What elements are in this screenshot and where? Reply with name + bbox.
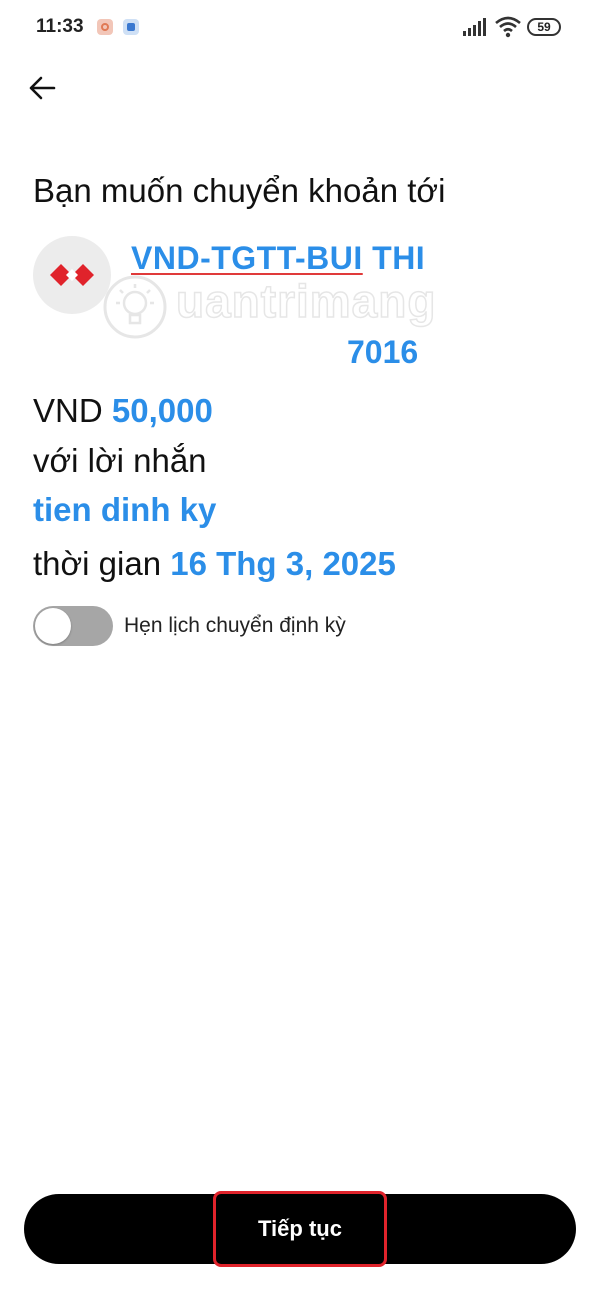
recipient-block: VND-TGTT-BUI THI 7016: [33, 236, 573, 376]
status-time: 11:33: [36, 16, 84, 37]
continue-label: Tiếp tục: [258, 1216, 342, 1241]
currency-label: VND: [33, 392, 103, 429]
app-notification-icon: [97, 19, 113, 35]
status-bar: 11:33 59: [0, 0, 600, 56]
recipient-name[interactable]: VND-TGTT-BUI THI: [131, 240, 425, 277]
back-button[interactable]: [22, 68, 62, 108]
bank-logo-icon: [50, 264, 94, 286]
recipient-name-part2: THI: [362, 240, 426, 276]
toggle-knob: [35, 608, 71, 644]
message-value: tien dinh ky: [33, 491, 217, 528]
schedule-label: Hẹn lịch chuyển định kỳ: [124, 614, 346, 637]
transfer-date: 16 Thg 3, 2025: [170, 545, 396, 582]
battery-icon: 59: [527, 18, 561, 36]
amount-value: 50,000: [111, 392, 213, 429]
bank-logo: [33, 236, 111, 314]
time-label: thời gian: [33, 545, 162, 582]
page-title: Bạn muốn chuyển khoản tới: [33, 172, 446, 209]
arrow-left-icon: [29, 76, 56, 100]
amount-line: VND 50,000: [33, 392, 213, 430]
continue-button[interactable]: Tiếp tục: [24, 1191, 576, 1267]
time-line: thời gian 16 Thg 3, 2025: [33, 545, 396, 583]
app-notification-icon: [123, 19, 139, 35]
schedule-row: Hẹn lịch chuyển định kỳ: [33, 606, 346, 646]
signal-icon: [463, 18, 486, 36]
account-number: 7016: [347, 334, 419, 370]
highlight-box: Tiếp tục: [213, 1191, 387, 1267]
wifi-icon: [495, 16, 521, 38]
message-label: với lời nhắn: [33, 442, 207, 479]
schedule-toggle[interactable]: [33, 606, 113, 646]
recipient-name-part1: VND-TGTT-BUI: [131, 240, 363, 276]
